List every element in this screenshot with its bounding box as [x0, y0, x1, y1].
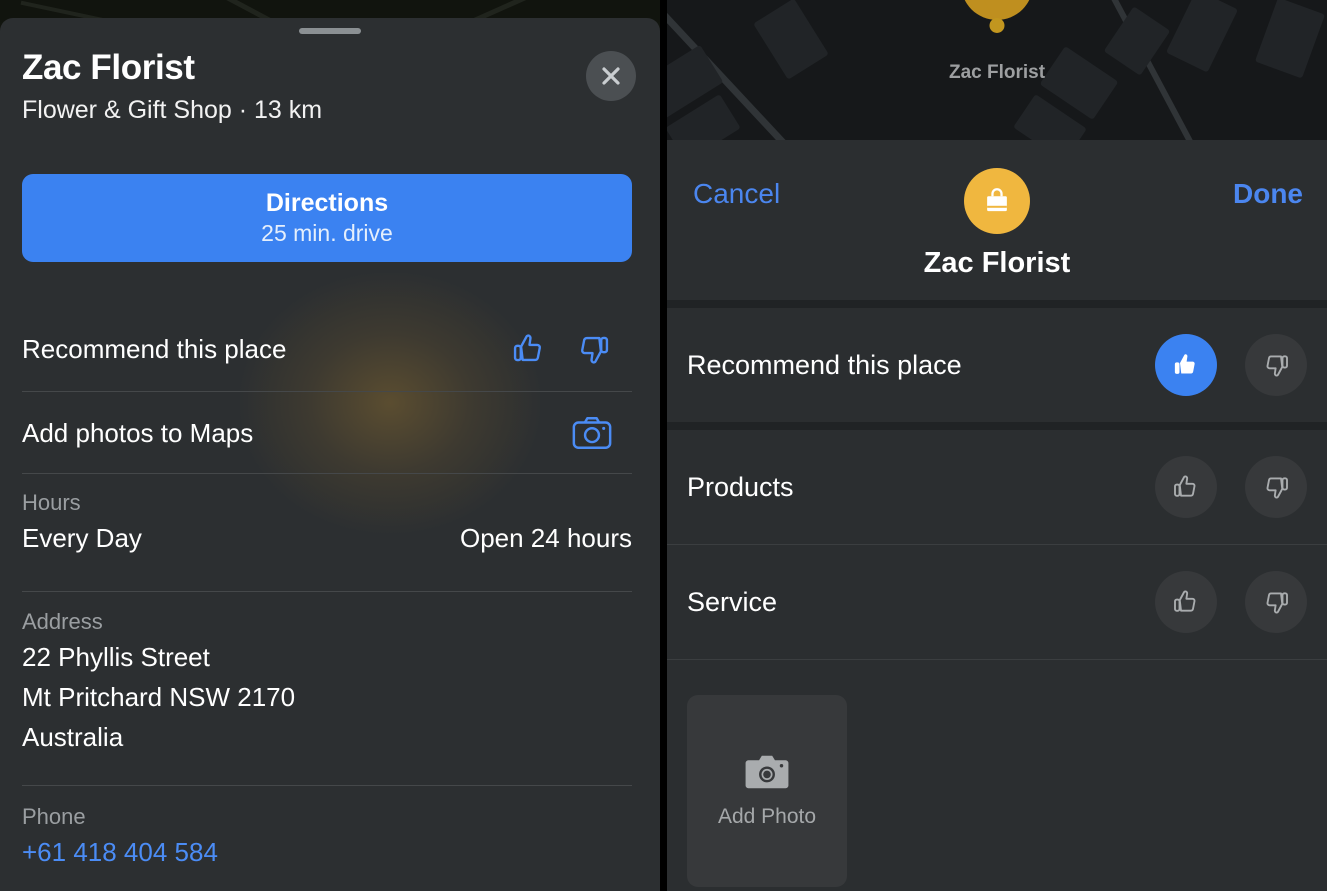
divider	[22, 391, 632, 392]
sheet-drag-handle[interactable]	[299, 28, 361, 34]
done-button[interactable]: Done	[1233, 178, 1303, 210]
add-photo-tile[interactable]: Add Photo	[687, 695, 847, 887]
thumbs-down-icon	[1266, 592, 1288, 614]
place-subtitle: Flower & Gift Shop · 13 km	[22, 96, 323, 124]
place-card-pane: Zac Florist Flower & Gift Shop · 13 km D…	[0, 0, 660, 891]
thumbs-down-icon	[581, 336, 609, 364]
directions-sublabel: 25 min. drive	[261, 219, 393, 246]
thumbs-up-button[interactable]	[510, 330, 548, 368]
place-detail-sheet: Zac Florist Flower & Gift Shop · 13 km D…	[0, 18, 660, 891]
thumbs-up-button[interactable]	[1155, 456, 1217, 518]
phone-number-link[interactable]: +61 418 404 584	[22, 837, 218, 868]
divider	[22, 473, 632, 474]
business-avatar	[964, 168, 1030, 234]
thumbs-down-button[interactable]	[1245, 456, 1307, 518]
divider	[667, 422, 1327, 430]
thumbs-down-button[interactable]	[1245, 334, 1307, 396]
rating-sheet: Cancel Done Zac Florist Recommend this p…	[667, 140, 1327, 891]
address-key: Address	[22, 609, 103, 634]
hours-value: Open 24 hours	[459, 523, 632, 553]
rating-row-recommend[interactable]: Recommend this place	[667, 308, 1327, 422]
rating-row-label: Products	[687, 471, 794, 502]
thumbs-up-icon	[1174, 475, 1196, 497]
address-line-2: Mt Pritchard NSW 2170	[22, 682, 296, 712]
rating-sheet-header: Cancel Done Zac Florist	[667, 140, 1327, 300]
recommend-row-label: Recommend this place	[22, 333, 287, 364]
camera-icon	[745, 755, 789, 789]
map-pin-dot	[989, 18, 1005, 33]
phone-key: Phone	[22, 804, 86, 829]
rating-row-service[interactable]: Service	[667, 545, 1327, 659]
rating-row-label: Service	[687, 586, 778, 617]
business-name: Zac Florist	[923, 247, 1071, 279]
camera-button[interactable]	[572, 415, 612, 451]
cancel-button[interactable]: Cancel	[693, 178, 780, 210]
thumbs-up-button[interactable]	[1155, 571, 1217, 633]
add-photo-label: Add Photo	[717, 805, 817, 828]
close-button[interactable]	[586, 51, 636, 101]
directions-label: Directions	[265, 188, 389, 217]
map-pin[interactable]	[961, 0, 1033, 33]
pane-divider	[660, 0, 667, 891]
address-line-3: Australia	[22, 722, 124, 752]
app-root: Zac Florist Flower & Gift Shop · 13 km D…	[0, 0, 1327, 891]
thumbs-up-icon	[1174, 354, 1195, 374]
camera-icon	[572, 417, 612, 449]
close-icon	[602, 67, 620, 85]
thumbs-down-button[interactable]	[1245, 571, 1307, 633]
photo-section: Add Photo	[667, 660, 1327, 891]
add-photos-row[interactable]: Add photos to Maps	[22, 403, 632, 463]
rating-row-products[interactable]: Products	[667, 430, 1327, 544]
thumbs-up-icon	[513, 334, 541, 362]
address-line-1: 22 Phyllis Street	[22, 642, 210, 672]
header-divider	[667, 300, 1327, 308]
rating-row-label: Recommend this place	[687, 349, 962, 380]
rating-sheet-pane: Zac Florist Cancel Done Zac Florist Reco…	[667, 0, 1327, 891]
thumbs-down-icon	[1266, 355, 1288, 377]
map-pin-label: Zac Florist	[948, 62, 1046, 83]
map-background-right: Zac Florist	[667, 0, 1327, 140]
hours-key: Hours	[22, 490, 81, 515]
divider	[22, 785, 632, 786]
thumbs-up-icon	[1174, 590, 1196, 612]
divider	[22, 591, 632, 592]
shopping-bag-icon	[987, 188, 1007, 212]
thumbs-down-button[interactable]	[574, 330, 612, 368]
thumbs-down-icon	[1266, 477, 1288, 499]
hours-day: Every Day	[22, 523, 142, 553]
directions-button[interactable]: Directions 25 min. drive	[22, 174, 632, 262]
place-title: Zac Florist	[22, 48, 195, 87]
thumbs-up-button[interactable]	[1155, 334, 1217, 396]
recommend-row[interactable]: Recommend this place	[22, 318, 632, 380]
add-photos-row-label: Add photos to Maps	[22, 417, 254, 448]
